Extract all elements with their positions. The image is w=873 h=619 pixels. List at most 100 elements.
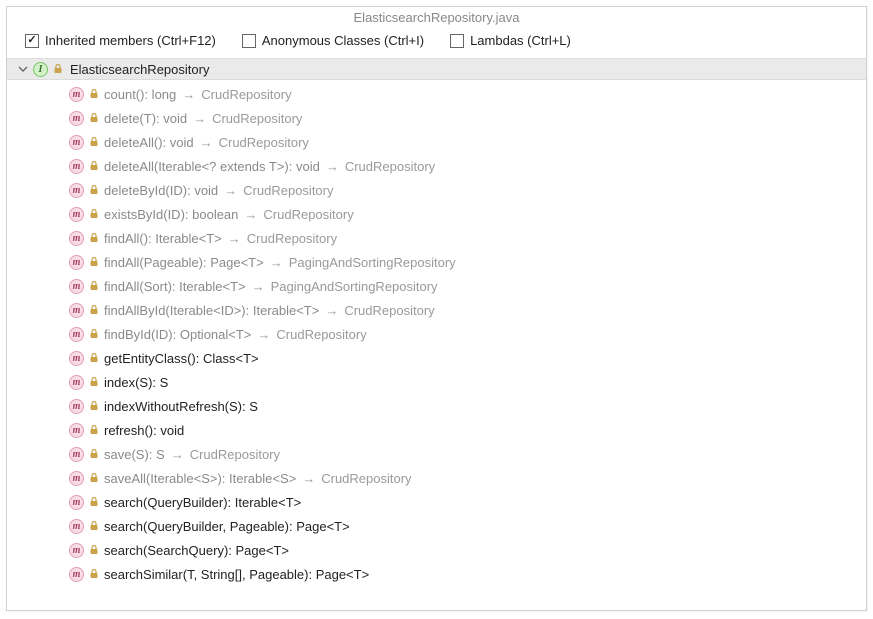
method-node[interactable]: m index(S): S — [7, 370, 866, 394]
option-anonymous[interactable]: Anonymous Classes (Ctrl+I) — [242, 33, 424, 48]
method-signature: findAll(Pageable): Page<T> — [104, 255, 264, 270]
option-inherited[interactable]: Inherited members (Ctrl+F12) — [25, 33, 216, 48]
lock-icon — [88, 328, 100, 340]
arrow-icon: → — [270, 255, 283, 270]
lock-icon — [88, 472, 100, 484]
lock-icon — [88, 112, 100, 124]
method-icon: m — [69, 423, 84, 438]
lock-icon — [88, 376, 100, 388]
method-icon: m — [69, 495, 84, 510]
checkbox-icon — [450, 34, 464, 48]
method-node[interactable]: msave(S): S→CrudRepository — [7, 442, 866, 466]
method-node[interactable]: mgetEntityClass(): Class<T> — [7, 346, 866, 370]
method-node[interactable]: msaveAll(Iterable<S>): Iterable<S>→CrudR… — [7, 466, 866, 490]
arrow-icon: → — [244, 207, 257, 222]
method-signature: findAll(Sort): Iterable<T> — [104, 279, 246, 294]
method-icon: m — [69, 255, 84, 270]
chevron-down-icon[interactable] — [17, 63, 29, 75]
method-node[interactable]: mcount(): long→CrudRepository — [7, 82, 866, 106]
method-node[interactable]: mrefresh(): void — [7, 418, 866, 442]
method-icon: m — [69, 183, 84, 198]
method-node[interactable]: mdelete(T): void→CrudRepository — [7, 106, 866, 130]
method-signature: deleteById(ID): void — [104, 183, 218, 198]
method-list: mcount(): long→CrudRepositorymdelete(T):… — [7, 80, 866, 586]
method-node[interactable]: mfindAll(Sort): Iterable<T>→PagingAndSor… — [7, 274, 866, 298]
method-signature: findAll(): Iterable<T> — [104, 231, 222, 246]
lock-icon — [88, 208, 100, 220]
structure-tree: I ElasticsearchRepository mcount(): long… — [7, 58, 866, 586]
method-signature: search(SearchQuery): Page<T> — [104, 543, 289, 558]
option-lambdas[interactable]: Lambdas (Ctrl+L) — [450, 33, 571, 48]
lock-icon — [88, 232, 100, 244]
method-icon: m — [69, 567, 84, 582]
method-origin: CrudRepository — [344, 303, 434, 318]
checkbox-icon — [242, 34, 256, 48]
method-signature: findAllById(Iterable<ID>): Iterable<T> — [104, 303, 319, 318]
lock-icon — [88, 352, 100, 364]
method-signature: deleteAll(): void — [104, 135, 194, 150]
lock-icon — [88, 520, 100, 532]
method-signature: search(QueryBuilder, Pageable): Page<T> — [104, 519, 350, 534]
method-icon: m — [69, 87, 84, 102]
lock-icon — [88, 280, 100, 292]
interface-icon: I — [33, 62, 48, 77]
method-icon: m — [69, 231, 84, 246]
method-icon: m — [69, 327, 84, 342]
method-origin: CrudRepository — [219, 135, 309, 150]
method-signature: save(S): S — [104, 447, 165, 462]
lock-icon — [88, 184, 100, 196]
method-node[interactable]: msearchSimilar(T, String[], Pageable): P… — [7, 562, 866, 586]
method-node[interactable]: mfindAll(Pageable): Page<T>→PagingAndSor… — [7, 250, 866, 274]
method-icon: m — [69, 519, 84, 534]
method-node[interactable]: msearch(SearchQuery): Page<T> — [7, 538, 866, 562]
arrow-icon: → — [171, 447, 184, 462]
method-icon: m — [69, 207, 84, 222]
lock-icon — [88, 136, 100, 148]
method-node[interactable]: m findAllById(Iterable<ID>): Iterable<T> →… — [7, 298, 866, 322]
method-signature: getEntityClass(): Class<T> — [104, 351, 259, 366]
option-label: Anonymous Classes (Ctrl+I) — [262, 33, 424, 48]
lock-icon — [88, 88, 100, 100]
method-origin: CrudRepository — [321, 471, 411, 486]
arrow-icon: → — [193, 111, 206, 126]
method-icon: m — [69, 303, 84, 318]
option-label: Lambdas (Ctrl+L) — [470, 33, 571, 48]
arrow-icon: → — [182, 87, 195, 102]
method-signature: deleteAll(Iterable<? extends T>): void — [104, 159, 320, 174]
method-node[interactable]: mexistsById(ID): boolean→CrudRepository — [7, 202, 866, 226]
arrow-icon: → — [200, 135, 213, 150]
method-origin: CrudRepository — [247, 231, 337, 246]
method-icon: m — [69, 375, 84, 390]
method-node[interactable]: mdeleteAll(): void→CrudRepository — [7, 130, 866, 154]
class-name: ElasticsearchRepository — [68, 62, 209, 77]
arrow-icon: → — [252, 279, 265, 294]
method-node[interactable]: m indexWithoutRefresh(S): S — [7, 394, 866, 418]
method-signature: findById(ID): Optional<T> — [104, 327, 251, 342]
method-node[interactable]: m findAll(): Iterable<T> → CrudRepository — [7, 226, 866, 250]
arrow-icon: → — [228, 231, 241, 246]
method-origin: CrudRepository — [263, 207, 353, 222]
method-icon: m — [69, 399, 84, 414]
lock-icon — [88, 448, 100, 460]
method-node[interactable]: mdeleteById(ID): void→CrudRepository — [7, 178, 866, 202]
arrow-icon: → — [325, 303, 338, 318]
method-signature: index(S): S — [104, 375, 168, 390]
structure-panel: ElasticsearchRepository.java Inherited m… — [6, 6, 867, 611]
lock-icon — [88, 304, 100, 316]
method-node[interactable]: m search(QueryBuilder, Pageable): Page<T> — [7, 514, 866, 538]
class-node[interactable]: I ElasticsearchRepository — [7, 58, 866, 80]
method-node[interactable]: m deleteAll(Iterable<? extends T>): void →… — [7, 154, 866, 178]
method-origin: CrudRepository — [201, 87, 291, 102]
method-origin: CrudRepository — [190, 447, 280, 462]
method-icon: m — [69, 279, 84, 294]
options-bar: Inherited members (Ctrl+F12) Anonymous C… — [7, 27, 866, 56]
method-icon: m — [69, 159, 84, 174]
method-node[interactable]: msearch(QueryBuilder): Iterable<T> — [7, 490, 866, 514]
method-node[interactable]: mfindById(ID): Optional<T>→CrudRepositor… — [7, 322, 866, 346]
arrow-icon: → — [326, 159, 339, 174]
method-signature: saveAll(Iterable<S>): Iterable<S> — [104, 471, 296, 486]
method-signature: indexWithoutRefresh(S): S — [104, 399, 258, 414]
arrow-icon: → — [224, 183, 237, 198]
method-signature: delete(T): void — [104, 111, 187, 126]
arrow-icon: → — [257, 327, 270, 342]
